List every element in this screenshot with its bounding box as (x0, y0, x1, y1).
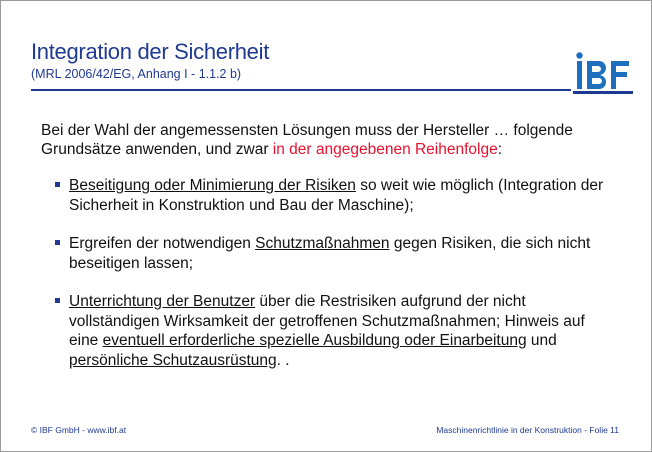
bullet-square-icon (55, 240, 60, 245)
list-item: Beseitigung oder Minimierung der Risiken… (55, 176, 615, 215)
bullet-underlined-term: Unterrichtung der Benutzer (69, 293, 256, 310)
slide: Integration der Sicherheit (MRL 2006/42/… (0, 0, 652, 452)
intro-highlight: in der angegebenen Reihenfolge (272, 141, 498, 158)
intro-paragraph: Bei der Wahl der angemessensten Lösungen… (41, 121, 631, 159)
bullet-underlined-term: eventuell erforderliche spezielle Ausbil… (102, 332, 527, 349)
list-item: Unterrichtung der Benutzer über die Rest… (55, 292, 615, 370)
bullet-square-icon (55, 298, 60, 303)
title-divider (31, 89, 571, 91)
bullet-underlined-term: Schutzmaßnahmen (255, 235, 390, 252)
footer-copyright: © IBF GmbH - www.ibf.at (31, 425, 127, 435)
bullet-text: Ergreifen der notwendigen (69, 235, 256, 252)
footer-slide-info: Maschinenrichtlinie in der Konstruktion … (436, 425, 619, 435)
bullet-underlined-term: persönliche Schutzausrüstung (69, 351, 277, 369)
bullet-square-icon (55, 182, 60, 187)
bullet-text: . . (276, 351, 290, 369)
intro-end: : (497, 141, 503, 158)
ibf-logo (573, 51, 633, 97)
bullet-underlined-term: Beseitigung oder Minimierung der Risiken (69, 177, 356, 194)
slide-subtitle: (MRL 2006/42/EG, Anhang I - 1.1.2 b) (31, 67, 242, 81)
slide-title: Integration der Sicherheit (31, 39, 270, 64)
principles-list: Beseitigung oder Minimierung der Risiken… (55, 176, 615, 370)
bullet-text: und (526, 332, 557, 349)
list-item: Ergreifen der notwendigen Schutzmaßnahme… (55, 234, 615, 273)
